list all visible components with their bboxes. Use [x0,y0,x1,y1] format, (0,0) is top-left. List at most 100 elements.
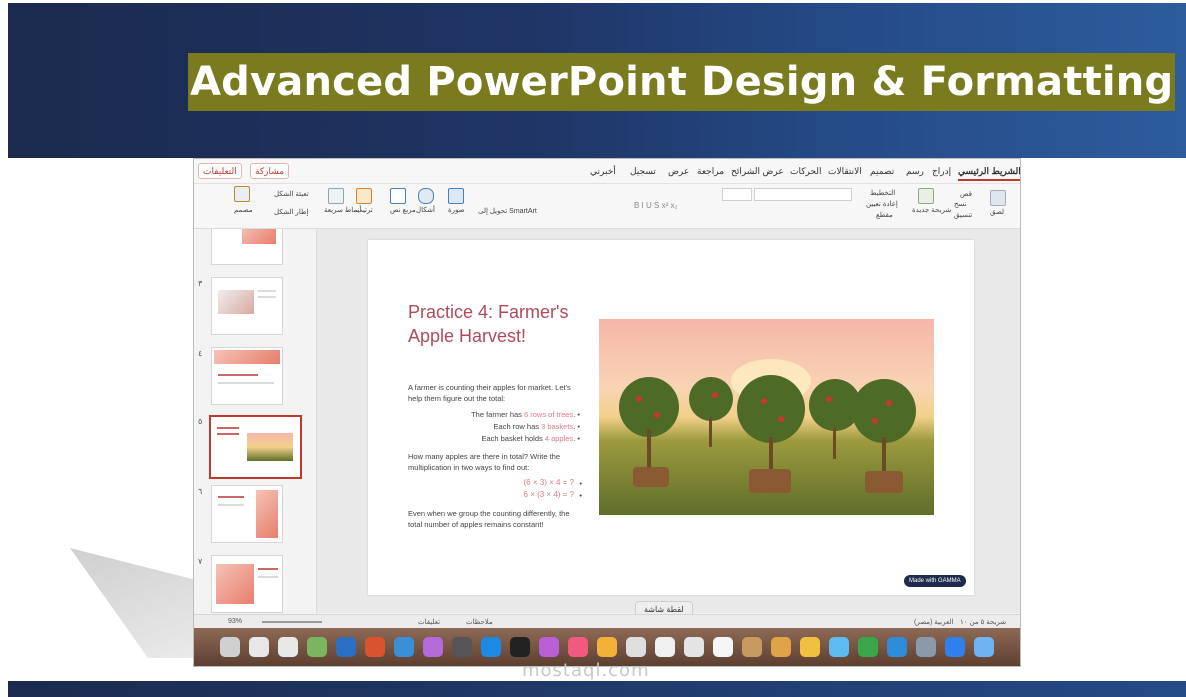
dock-app-icon[interactable] [394,637,414,657]
shape-fill-button[interactable]: تعبئة الشكل [274,190,309,198]
apple-orchard-image[interactable] [599,319,934,515]
thumbnail-number: ٦ [198,487,203,496]
bullet-item[interactable]: Each row has 3 baskets. • [408,421,580,432]
shapes-icon[interactable] [418,188,434,204]
dock-app-icon[interactable] [887,637,907,657]
dock-app-icon[interactable] [452,637,472,657]
convert-smartart-button[interactable]: تحويل إلى SmartArt [478,207,537,215]
format-painter-button[interactable]: تنسيق [954,211,972,219]
arrange-icon[interactable] [356,188,372,204]
copy-button[interactable]: نسخ [954,200,967,208]
notes-button[interactable]: ملاحظات [466,618,493,626]
tab-insert[interactable]: إدراج [932,166,951,177]
thumbnail-number: ٤ [198,349,203,358]
thumbnail-slide-5[interactable] [209,415,302,479]
font-name-select[interactable] [754,188,852,201]
font-size-select[interactable] [722,188,752,201]
header-banner: Advanced PowerPoint Design & Formatting [8,3,1186,158]
dock-app-icon[interactable] [423,637,443,657]
ribbon-tabs: الشريط الرئيسي إدراج رسم تصميم الانتقالا… [194,159,1020,184]
new-slide-label: شريحة جديدة [912,207,952,214]
quick-styles-icon[interactable] [328,188,344,204]
thumbnail-slide-2[interactable] [211,229,283,265]
math-expression-2[interactable]: 6 × (3 × 4) = ? [408,490,574,499]
dock-app-icon[interactable] [771,637,791,657]
designer-label: مصمم [234,207,253,214]
thumbnail-number: ٧ [198,557,203,566]
dock-app-icon[interactable] [481,637,501,657]
tab-slideshow[interactable]: عرض الشرائح [731,166,784,177]
bullet-item[interactable]: Each basket holds 4 apples. • [408,433,580,444]
tab-view[interactable]: عرض [668,166,689,177]
dock-app-icon[interactable] [365,637,385,657]
shape-outline-button[interactable]: إطار الشكل [274,208,308,216]
comments-button[interactable]: التعليقات [198,163,242,179]
language-indicator[interactable]: العربية (مصر) [914,618,953,626]
dock-app-icon[interactable] [945,637,965,657]
tab-record[interactable]: تسجيل [630,166,656,177]
dock-app-icon[interactable] [974,637,994,657]
dock-app-icon[interactable] [539,637,559,657]
textbox-icon[interactable] [390,188,406,204]
dock-app-icon[interactable] [626,637,646,657]
dock-app-icon[interactable] [655,637,675,657]
new-slide-icon[interactable] [918,188,934,204]
picture-icon[interactable] [448,188,464,204]
slide-title[interactable]: Practice 4: Farmer's Apple Harvest! [408,300,598,348]
dock-app-icon[interactable] [858,637,878,657]
comments-status-button[interactable]: تعليقات [418,618,440,626]
share-button[interactable]: مشاركة [250,163,290,179]
status-bar: شريحة ٥ من ١٠ العربية (مصر) ملاحظات تعلي… [194,614,1020,629]
tab-transitions[interactable]: الانتقالات [828,166,862,177]
section-button[interactable]: مقطع [876,211,893,219]
dock-app-icon[interactable] [568,637,588,657]
dock-app-icon[interactable] [800,637,820,657]
dock-app-icon[interactable] [916,637,936,657]
dock-app-icon[interactable] [336,637,356,657]
made-with-gamma-badge[interactable]: Made with GAMMA [904,575,966,587]
tab-review[interactable]: مراجعة [697,166,724,177]
thumbnail-slide-6[interactable] [211,485,283,543]
paste-icon[interactable] [990,190,1006,206]
slide-question-text[interactable]: How many apples are there in total? Writ… [408,451,584,473]
quick-styles-label: أنماط سريعة [324,207,362,214]
tab-design[interactable]: تصميم [870,166,894,177]
orchard-illustration [619,359,916,493]
bullet-item[interactable]: The farmer has 6 rows of trees. • [408,409,580,420]
layout-button[interactable]: التخطيط [870,189,895,197]
thumbnail-number: ٣ [198,279,203,288]
cut-button[interactable]: قص [960,190,972,198]
reset-button[interactable]: إعادة تعيين [866,200,898,208]
designer-icon[interactable] [234,186,250,202]
dock-app-icon[interactable] [510,637,530,657]
slide-conclusion-text[interactable]: Even when we group the counting differen… [408,508,584,530]
bullet-dot: • [579,479,582,488]
zoom-level[interactable]: 93% [228,618,242,625]
tab-tell-me[interactable]: أخبرني [590,166,616,177]
tab-animations[interactable]: الحركات [790,166,822,177]
dock-app-icon[interactable] [597,637,617,657]
current-slide[interactable]: Practice 4: Farmer's Apple Harvest! A fa… [368,240,974,595]
thumbnail-slide-4[interactable] [211,347,283,405]
dock-app-icon[interactable] [684,637,704,657]
dock-app-icon[interactable] [829,637,849,657]
dock-app-icon[interactable] [307,637,327,657]
dock-app-icon[interactable] [742,637,762,657]
tab-draw[interactable]: رسم [906,166,924,177]
dock-app-icon[interactable] [713,637,733,657]
math-expression-1[interactable]: (6 × 3) × 4 = ? [408,478,574,487]
zoom-slider[interactable] [262,621,322,623]
dock-app-icon[interactable] [278,637,298,657]
dock-app-icon[interactable] [220,637,240,657]
powerpoint-window: الشريط الرئيسي إدراج رسم تصميم الانتقالا… [193,158,1021,667]
text-format-buttons[interactable]: B I U S x² x₂ [634,201,678,210]
dock-app-icon[interactable] [249,637,269,657]
slide-counter: شريحة ٥ من ١٠ [960,619,1007,626]
slide-canvas: Practice 4: Farmer's Apple Harvest! A fa… [317,229,1020,613]
thumbnail-slide-3[interactable] [211,277,283,335]
shapes-label: أشكال [416,207,435,214]
thumbnail-slide-7[interactable] [211,555,283,613]
slide-intro-text[interactable]: A farmer is counting their apples for ma… [408,382,584,404]
thumbnail-number: ٥ [198,417,203,426]
tab-home[interactable]: الشريط الرئيسي [958,166,1020,181]
